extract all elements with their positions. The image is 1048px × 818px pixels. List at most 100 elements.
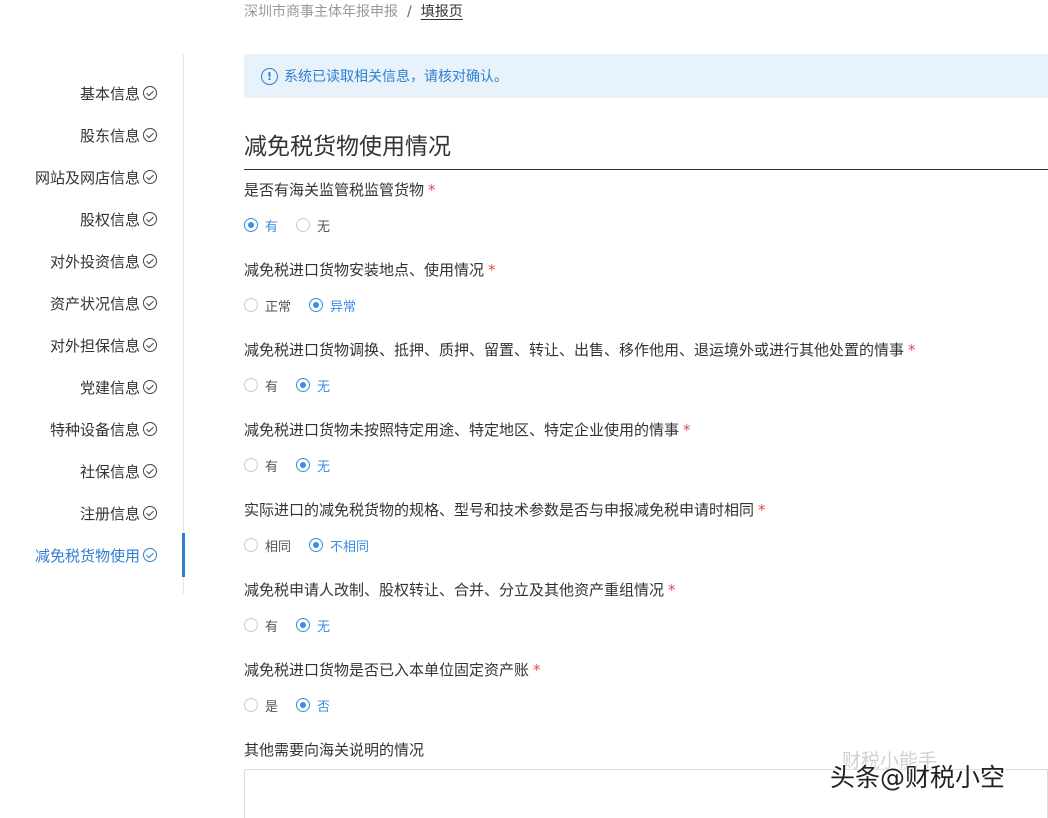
radio-icon[interactable]	[244, 378, 258, 392]
check-circle-icon	[143, 464, 157, 478]
breadcrumb-current[interactable]: 填报页	[421, 3, 463, 21]
radio-icon[interactable]	[244, 698, 258, 712]
check-circle-icon	[143, 170, 157, 184]
breadcrumb: 深圳市商事主体年报申报 / 填报页	[244, 3, 463, 21]
question-text: 减免税进口货物是否已入本单位固定资产账	[244, 661, 530, 679]
radio-label: 无	[317, 459, 331, 475]
radio-option[interactable]: 正常	[244, 296, 291, 315]
sidebar-item-social-security-info[interactable]: 社保信息	[80, 460, 157, 482]
check-circle-icon	[143, 506, 157, 520]
radio-group: 相同 不相同	[244, 536, 387, 555]
watermark: 头条@财税小空	[830, 763, 1006, 792]
radio-label: 有	[265, 459, 279, 475]
question-text: 实际进口的减免税货物的规格、型号和技术参数是否与申报减免税申请时相同	[244, 501, 755, 519]
radio-label: 有	[265, 379, 279, 395]
sidebar-item-basic-info[interactable]: 基本信息	[80, 82, 157, 104]
radio-icon[interactable]	[244, 298, 258, 312]
info-icon: !	[261, 67, 278, 85]
check-circle-icon	[143, 422, 157, 436]
section-title: 减免税货物使用情况	[244, 134, 451, 160]
check-circle-icon	[143, 338, 157, 352]
other-info-label: 其他需要向海关说明的情况	[244, 741, 425, 759]
radio-option[interactable]: 有	[244, 616, 278, 635]
sidebar-item-label: 股权信息	[79, 210, 140, 229]
radio-selected-icon[interactable]	[309, 538, 324, 552]
required-mark: *	[533, 661, 541, 679]
section-divider	[244, 169, 1048, 170]
radio-icon[interactable]	[244, 618, 258, 632]
sidebar-item-label: 特种设备信息	[49, 420, 140, 439]
radio-label: 正常	[265, 299, 292, 315]
question-text: 减免税进口货物调换、抵押、质押、留置、转让、出售、移作他用、退运境外或进行其他处…	[244, 341, 905, 359]
question-label: 减免税进口货物调换、抵押、质押、留置、转让、出售、移作他用、退运境外或进行其他处…	[244, 340, 916, 360]
sidebar-item-website-info[interactable]: 网站及网店信息	[35, 166, 157, 188]
radio-option[interactable]: 不相同	[309, 536, 369, 555]
check-circle-icon	[143, 254, 157, 268]
question-label: 实际进口的减免税货物的规格、型号和技术参数是否与申报减免税申请时相同 *	[244, 500, 766, 520]
sidebar-item-shareholder-info[interactable]: 股东信息	[80, 124, 157, 146]
sidebar-nav: 基本信息 股东信息 网站及网店信息 股权信息 对外投资信息 资产状况信息 对外担…	[0, 54, 185, 594]
info-banner: ! 系统已读取相关信息，请核对确认。	[244, 54, 1048, 98]
radio-option[interactable]: 无	[296, 616, 330, 635]
radio-option[interactable]: 无	[296, 376, 330, 395]
question-text: 减免税进口货物安装地点、使用情况	[244, 261, 485, 279]
sidebar-item-tax-exempt-goods[interactable]: 减免税货物使用	[35, 544, 157, 566]
radio-icon[interactable]	[244, 458, 258, 472]
radio-selected-icon[interactable]	[296, 618, 311, 632]
required-mark: *	[683, 421, 691, 439]
radio-selected-icon[interactable]	[296, 378, 311, 392]
sidebar-item-registration-info[interactable]: 注册信息	[80, 502, 157, 524]
sidebar-item-equity-info[interactable]: 股权信息	[80, 208, 157, 230]
radio-option[interactable]: 是	[244, 696, 278, 715]
check-circle-icon	[143, 86, 157, 100]
sidebar-item-assets-info[interactable]: 资产状况信息	[50, 292, 157, 314]
question-text: 减免税进口货物未按照特定用途、特定地区、特定企业使用的情事	[244, 421, 680, 439]
check-circle-icon	[143, 296, 157, 310]
sidebar-item-label: 注册信息	[79, 504, 140, 523]
radio-group: 有 无	[244, 456, 348, 475]
sidebar-item-label: 减免税货物使用	[34, 546, 140, 565]
question-label: 减免税进口货物是否已入本单位固定资产账 *	[244, 660, 541, 680]
radio-option[interactable]: 有	[244, 376, 278, 395]
radio-option[interactable]: 无	[296, 456, 330, 475]
radio-option[interactable]: 有	[244, 456, 278, 475]
radio-selected-icon[interactable]	[296, 698, 311, 712]
sidebar-item-investment-info[interactable]: 对外投资信息	[50, 250, 157, 272]
radio-selected-icon[interactable]	[296, 458, 311, 472]
check-circle-icon	[143, 212, 157, 226]
sidebar-item-party-info[interactable]: 党建信息	[80, 376, 157, 398]
radio-label: 有	[265, 619, 279, 635]
radio-selected-icon[interactable]	[309, 298, 324, 312]
radio-group: 正常 异常	[244, 296, 374, 315]
radio-group: 有 无	[244, 376, 348, 395]
radio-label: 是	[265, 699, 279, 715]
check-circle-icon	[143, 380, 157, 394]
breadcrumb-separator: /	[407, 4, 412, 20]
sidebar-item-label: 社保信息	[79, 462, 140, 481]
info-banner-text: 系统已读取相关信息，请核对确认。	[284, 69, 508, 85]
sidebar-item-special-equipment-info[interactable]: 特种设备信息	[50, 418, 157, 440]
sidebar-item-label: 对外担保信息	[49, 336, 140, 355]
radio-option[interactable]: 异常	[309, 296, 356, 315]
radio-label: 无	[317, 379, 331, 395]
question-label: 减免税进口货物未按照特定用途、特定地区、特定企业使用的情事 *	[244, 420, 691, 440]
radio-icon[interactable]	[244, 538, 258, 552]
sidebar-item-guarantee-info[interactable]: 对外担保信息	[50, 334, 157, 356]
radio-label: 否	[317, 699, 331, 715]
required-mark: *	[758, 501, 766, 519]
sidebar-item-label: 股东信息	[79, 126, 140, 145]
sidebar-item-label: 基本信息	[79, 84, 140, 103]
radio-option[interactable]: 有	[244, 216, 278, 235]
radio-option[interactable]: 否	[296, 696, 330, 715]
required-mark: *	[488, 261, 496, 279]
radio-label: 无	[317, 619, 331, 635]
required-mark: *	[908, 341, 916, 359]
radio-icon[interactable]	[296, 218, 311, 232]
radio-option[interactable]: 无	[296, 216, 330, 235]
radio-selected-icon[interactable]	[244, 218, 258, 232]
breadcrumb-parent[interactable]: 深圳市商事主体年报申报	[244, 3, 398, 21]
active-indicator	[182, 533, 185, 577]
radio-option[interactable]: 相同	[244, 536, 291, 555]
sidebar-item-label: 对外投资信息	[49, 252, 140, 271]
question-text: 是否有海关监管税监管货物	[244, 181, 425, 199]
